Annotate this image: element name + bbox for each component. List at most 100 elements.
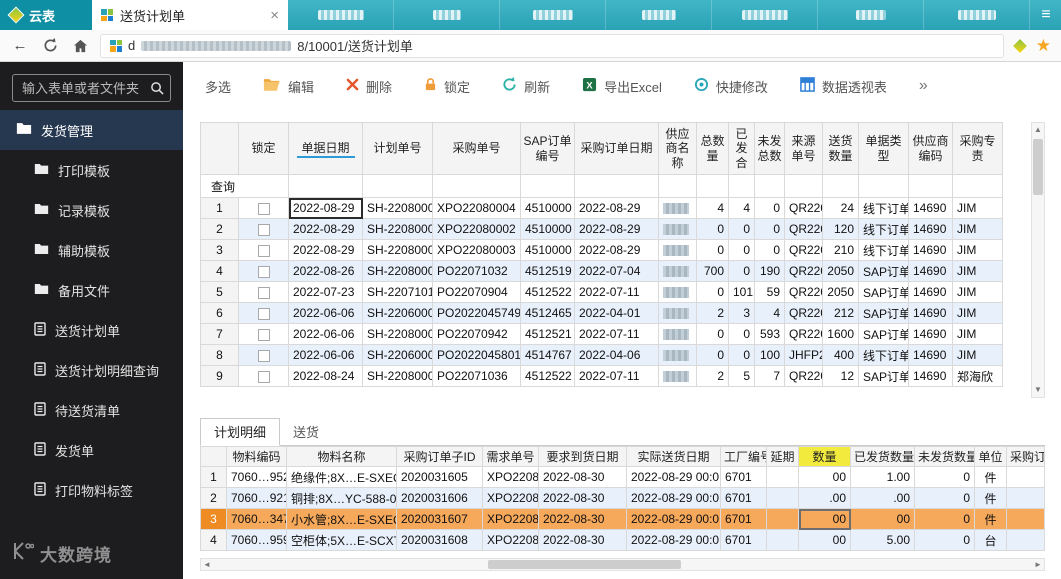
po-sub-id-cell[interactable]: 2020031606 <box>396 487 483 509</box>
supplier-name-cell[interactable] <box>658 281 697 303</box>
material-code-cell[interactable]: 7060…921 <box>226 487 287 509</box>
row-number[interactable]: 2 <box>200 218 239 240</box>
po-sub-id-cell[interactable]: 2020031608 <box>396 529 483 551</box>
sap-order-no-cell[interactable]: 4512519 <box>520 260 575 282</box>
po-date-cell[interactable]: 2022-07-11 <box>574 281 659 303</box>
column-header[interactable]: 锁定 <box>238 122 289 175</box>
unsent-total-cell[interactable]: 0 <box>754 197 785 219</box>
plan-no-cell[interactable]: SH-2208000 <box>362 323 433 345</box>
sent-total-cell[interactable]: 0 <box>728 218 755 240</box>
row-number[interactable]: 4 <box>200 260 239 282</box>
unsent-total-cell[interactable]: 190 <box>754 260 785 282</box>
row-number[interactable]: 5 <box>200 281 239 303</box>
lock-checkbox[interactable] <box>257 328 270 341</box>
column-header[interactable]: 实际送货日期 <box>626 446 721 467</box>
material-name-cell[interactable]: 空柜体;5X…E-SCXT-00 <box>286 529 397 551</box>
scroll-left-icon[interactable]: ◄ <box>201 559 213 570</box>
column-header[interactable]: 采购专责 <box>952 122 1003 175</box>
buyer-cell[interactable]: JIM <box>952 260 1003 282</box>
actual-delivery-date-cell[interactable]: 2022-08-29 00:0 <box>626 466 721 488</box>
detail-row[interactable]: 1 7060…952 绝缘件;8X…E-SXEQ-75 2020031605 X… <box>200 466 1045 488</box>
doc-type-cell[interactable]: SAP订单 <box>858 365 909 387</box>
source-no-cell[interactable]: QR220 <box>784 281 823 303</box>
column-header[interactable]: 计划单号 <box>362 122 433 175</box>
doc-type-cell[interactable]: SAP订单 <box>858 323 909 345</box>
unsent-qty-cell[interactable]: 0 <box>914 529 975 551</box>
total-qty-cell[interactable]: 0 <box>696 218 729 240</box>
sidebar-item-backup-files[interactable]: 备用文件 <box>0 270 183 310</box>
lock-button[interactable]: 锁定 <box>424 77 470 96</box>
column-header[interactable]: 供应商编码 <box>908 122 953 175</box>
unsent-total-cell[interactable]: 4 <box>754 302 785 324</box>
refresh-button[interactable]: 刷新 <box>502 77 550 96</box>
plan-no-cell[interactable]: SH-2208000 <box>362 218 433 240</box>
factory-code-cell[interactable]: 6701 <box>720 508 767 530</box>
browser-tab-active[interactable]: 送货计划单 × <box>92 0 288 30</box>
actual-delivery-date-cell[interactable]: 2022-08-29 00:0 <box>626 487 721 509</box>
unsent-qty-cell[interactable]: 0 <box>914 508 975 530</box>
doc-type-cell[interactable]: SAP订单 <box>858 302 909 324</box>
po-no-cell[interactable]: XPO22080004 <box>432 197 521 219</box>
po-date-cell[interactable]: 2022-04-06 <box>574 344 659 366</box>
actual-delivery-date-cell[interactable]: 2022-08-29 00:0 <box>626 529 721 551</box>
sent-qty-cell[interactable]: 00 <box>850 508 915 530</box>
vertical-scrollbar[interactable]: ▲ ▼ <box>1031 122 1045 398</box>
lock-cell[interactable] <box>238 344 289 366</box>
app-logo-tab[interactable]: 云表 <box>0 0 92 30</box>
column-header[interactable]: 采购订单子ID <box>396 446 483 467</box>
po-date-cell[interactable]: 2022-07-04 <box>574 260 659 282</box>
supplier-name-cell[interactable] <box>658 323 697 345</box>
query-button[interactable]: 查询 <box>200 174 289 198</box>
unit-cell[interactable]: 件 <box>974 508 1007 530</box>
delivery-qty-cell[interactable]: 24 <box>822 197 859 219</box>
doc-date-cell[interactable]: 2022-08-29 <box>288 239 363 261</box>
po-no-cell[interactable]: XPO22080002 <box>432 218 521 240</box>
sidebar-item-shipping-management[interactable]: 发货管理 <box>0 110 183 150</box>
row-number[interactable]: 3 <box>200 508 227 530</box>
doc-type-cell[interactable]: SAP订单 <box>858 260 909 282</box>
plan-no-cell[interactable]: SH-2207101 <box>362 281 433 303</box>
doc-date-cell[interactable]: 2022-07-23 <box>288 281 363 303</box>
doc-date-cell[interactable]: 2022-08-29 <box>288 218 363 240</box>
plan-no-cell[interactable]: SH-2208000 <box>362 239 433 261</box>
quick-edit-button[interactable]: 快捷修改 <box>694 77 768 96</box>
table-row[interactable]: 5 2022-07-23 SH-2207101 PO22070904 45125… <box>200 281 1031 303</box>
sent-total-cell[interactable]: 0 <box>728 239 755 261</box>
sidebar-item-record-template[interactable]: 记录模板 <box>0 190 183 230</box>
total-qty-cell[interactable]: 0 <box>696 281 729 303</box>
plan-no-cell[interactable]: SH-2208000 <box>362 260 433 282</box>
column-header[interactable]: 单位 <box>974 446 1007 467</box>
column-header[interactable]: 单据日期 <box>288 122 363 175</box>
pivot-table-button[interactable]: 数据透视表 <box>800 77 887 96</box>
buyer-cell[interactable]: JIM <box>952 239 1003 261</box>
column-header[interactable]: 来源单号 <box>784 122 823 175</box>
scrollbar-thumb[interactable] <box>487 560 682 569</box>
table-row[interactable]: 8 2022-06-06 SH-2206000 PO2022045801 451… <box>200 344 1031 366</box>
qty-cell[interactable]: .00 <box>798 487 851 509</box>
sidebar-item-shipping-order[interactable]: 发货单 <box>0 430 183 470</box>
browser-tab-redacted[interactable] <box>288 0 394 30</box>
source-no-cell[interactable]: QR220 <box>784 323 823 345</box>
factory-code-cell[interactable]: 6701 <box>720 466 767 488</box>
buyer-cell[interactable]: JIM <box>952 323 1003 345</box>
lock-cell[interactable] <box>238 323 289 345</box>
column-header[interactable]: 采购订单日期 <box>574 122 659 175</box>
delivery-qty-cell[interactable]: 120 <box>822 218 859 240</box>
column-header[interactable]: 送货数量 <box>822 122 859 175</box>
lock-cell[interactable] <box>238 365 289 387</box>
supplier-name-cell[interactable] <box>658 344 697 366</box>
unsent-total-cell[interactable]: 593 <box>754 323 785 345</box>
sent-total-cell[interactable]: 4 <box>728 197 755 219</box>
table-row[interactable]: 9 2022-08-24 SH-2208000 PO22071036 45125… <box>200 365 1031 387</box>
multi-select-button[interactable]: 多选 <box>205 77 231 96</box>
browser-tab-redacted[interactable] <box>924 0 1030 30</box>
supplier-code-cell[interactable]: 14690 <box>908 323 953 345</box>
supplier-code-cell[interactable]: 14690 <box>908 260 953 282</box>
sap-order-no-cell[interactable]: 4510000 <box>520 197 575 219</box>
sent-total-cell[interactable]: 101 <box>728 281 755 303</box>
row-number[interactable]: 8 <box>200 344 239 366</box>
supplier-code-cell[interactable]: 14690 <box>908 365 953 387</box>
column-header[interactable]: 已发合 <box>728 122 755 175</box>
po-date-cell[interactable]: 2022-04-01 <box>574 302 659 324</box>
lock-checkbox[interactable] <box>257 307 270 320</box>
